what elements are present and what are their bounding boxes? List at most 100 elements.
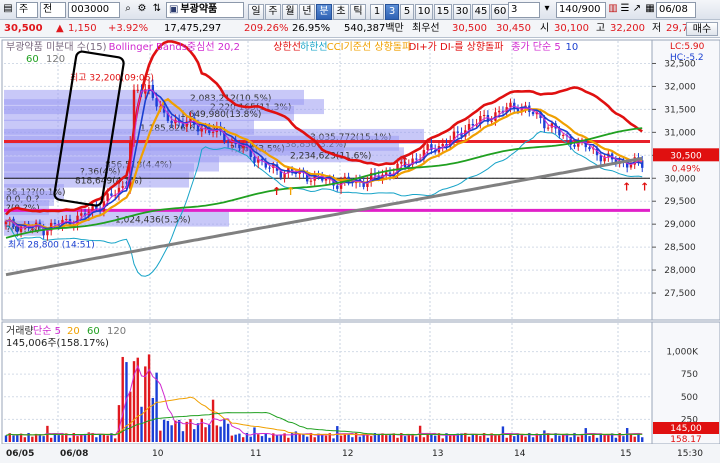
- candle-body: [573, 144, 576, 147]
- best-label: 최우선: [412, 23, 440, 34]
- chart-menu-icon[interactable]: ▤: [2, 2, 14, 18]
- interval-button-45[interactable]: 45: [472, 4, 490, 20]
- candle-body: [426, 144, 429, 150]
- volume-bar: [302, 433, 305, 442]
- market-select[interactable]: 주: [16, 2, 38, 18]
- volume-bar: [102, 434, 106, 442]
- price-legend-item: 60: [26, 54, 39, 65]
- volume-bar: [298, 434, 301, 442]
- chart-type-icon[interactable]: ↗: [632, 2, 642, 18]
- volume-legend-item: 60: [87, 326, 100, 337]
- volume-bar: [351, 437, 354, 442]
- interval-button-5[interactable]: 5: [400, 4, 414, 20]
- volume-bar: [208, 424, 211, 442]
- period-button-0[interactable]: 일: [248, 4, 264, 20]
- volume-bar: [524, 436, 527, 442]
- volume-bar: [57, 435, 60, 442]
- period-select[interactable]: 전: [40, 2, 66, 18]
- volume-bar: [430, 434, 433, 442]
- interval-button-30[interactable]: 30: [453, 4, 471, 20]
- high-price: 32,200: [610, 23, 645, 34]
- volume-bar: [23, 437, 27, 442]
- volume-bar: [249, 436, 252, 442]
- interval-button-3[interactable]: 3: [385, 4, 399, 20]
- volume-bar: [136, 357, 139, 442]
- chart-canvas[interactable]: 2,083,212(10.5%)2,220,165(11.3%)1,649,98…: [0, 38, 720, 463]
- volume-bar: [230, 435, 234, 442]
- volume-bar: [531, 437, 535, 442]
- volume-bar: [558, 435, 561, 442]
- price-tick-label: 32,000: [664, 82, 696, 92]
- price-legend-item: Bollinger Bands중심선 20,2: [109, 41, 240, 53]
- volume-bar: [388, 435, 392, 442]
- interval-button-60[interactable]: 60: [491, 4, 509, 20]
- volume-bar: [223, 418, 226, 442]
- volume-bar: [268, 437, 271, 442]
- volume-tick-label: 1,000K: [666, 348, 699, 358]
- chevron-down-icon[interactable]: ▾: [542, 2, 552, 18]
- candle-body: [471, 123, 475, 126]
- time-axis-label: 15: [620, 449, 631, 459]
- volume-bar: [140, 406, 143, 442]
- volume-bar: [633, 436, 636, 442]
- volume-bar: [449, 435, 452, 442]
- interval-value-select[interactable]: 3: [508, 2, 540, 18]
- interval-button-10[interactable]: 10: [415, 4, 433, 20]
- period-button-6[interactable]: 틱: [350, 4, 366, 20]
- volume-bar: [433, 435, 437, 442]
- last-volume-percent: 158.17: [670, 435, 702, 445]
- buy-button[interactable]: 매수: [686, 22, 718, 36]
- search-icon[interactable]: ⌕: [122, 2, 134, 18]
- price-legend-item: CCI기준선 상향돌파: [327, 41, 412, 53]
- volume-bar: [324, 435, 328, 442]
- volume-bar: [226, 423, 230, 442]
- price-legend-item: 부광약품 미분대 수(15): [6, 41, 107, 53]
- volume-bar: [497, 435, 501, 442]
- arrows-icon[interactable]: ⇅: [150, 2, 164, 18]
- candle-body: [200, 128, 203, 132]
- period-button-2[interactable]: 월: [282, 4, 298, 20]
- stock-code-input[interactable]: 003000: [68, 2, 120, 18]
- volume-ratio: 209.26%: [244, 23, 289, 34]
- best-ask: 30,500: [452, 23, 487, 34]
- chart-config-icon[interactable]: ⚙: [136, 2, 148, 18]
- volume-bar: [641, 437, 644, 442]
- price-tick-label: 28,500: [664, 243, 696, 253]
- volume-legend-item: 20: [67, 326, 80, 337]
- volume-bar: [569, 437, 572, 442]
- period-button-4[interactable]: 분: [316, 4, 332, 20]
- price-legend-item: 하한선: [300, 40, 328, 53]
- candle-body: [136, 89, 139, 91]
- bar-chart-icon[interactable]: ▥: [608, 2, 618, 18]
- price-tick-label: 27,500: [664, 289, 696, 299]
- stock-name[interactable]: ▣ 부광약품: [166, 2, 244, 18]
- list-icon[interactable]: ☰: [620, 2, 630, 18]
- trade-amount: 540,387백만: [344, 23, 404, 34]
- volume-bar: [385, 435, 388, 442]
- interval-button-15[interactable]: 15: [434, 4, 452, 20]
- hc-label: HC:-5.2: [670, 53, 704, 63]
- calendar-icon[interactable]: ▦: [644, 2, 656, 18]
- time-axis-label: 06/08: [60, 449, 88, 459]
- volume-legend-item: 단순 5: [33, 325, 61, 337]
- volume-bar: [264, 433, 267, 442]
- time-axis-label: 12: [342, 449, 353, 459]
- date-field[interactable]: 06/08: [656, 2, 696, 18]
- open-label: 시: [540, 23, 550, 34]
- candle-body: [53, 222, 57, 224]
- volume-bar: [441, 438, 444, 442]
- interval-button-1[interactable]: 1: [370, 4, 384, 20]
- period-button-3[interactable]: 년: [299, 4, 315, 20]
- volume-bar: [622, 436, 625, 442]
- period-button-5[interactable]: 초: [333, 4, 349, 20]
- volume-bar: [595, 437, 599, 442]
- candle-body: [490, 120, 493, 122]
- count-value: 140/900: [559, 4, 601, 15]
- volume-bar: [260, 436, 264, 442]
- volume-bar: [113, 438, 117, 442]
- volume-max-label: 145,006주(158.17%): [6, 338, 109, 349]
- count-field[interactable]: 140/900: [556, 2, 606, 18]
- last-price-label: 30,500: [670, 151, 702, 161]
- price-tick-label: 29,000: [664, 220, 696, 230]
- period-button-1[interactable]: 주: [265, 4, 281, 20]
